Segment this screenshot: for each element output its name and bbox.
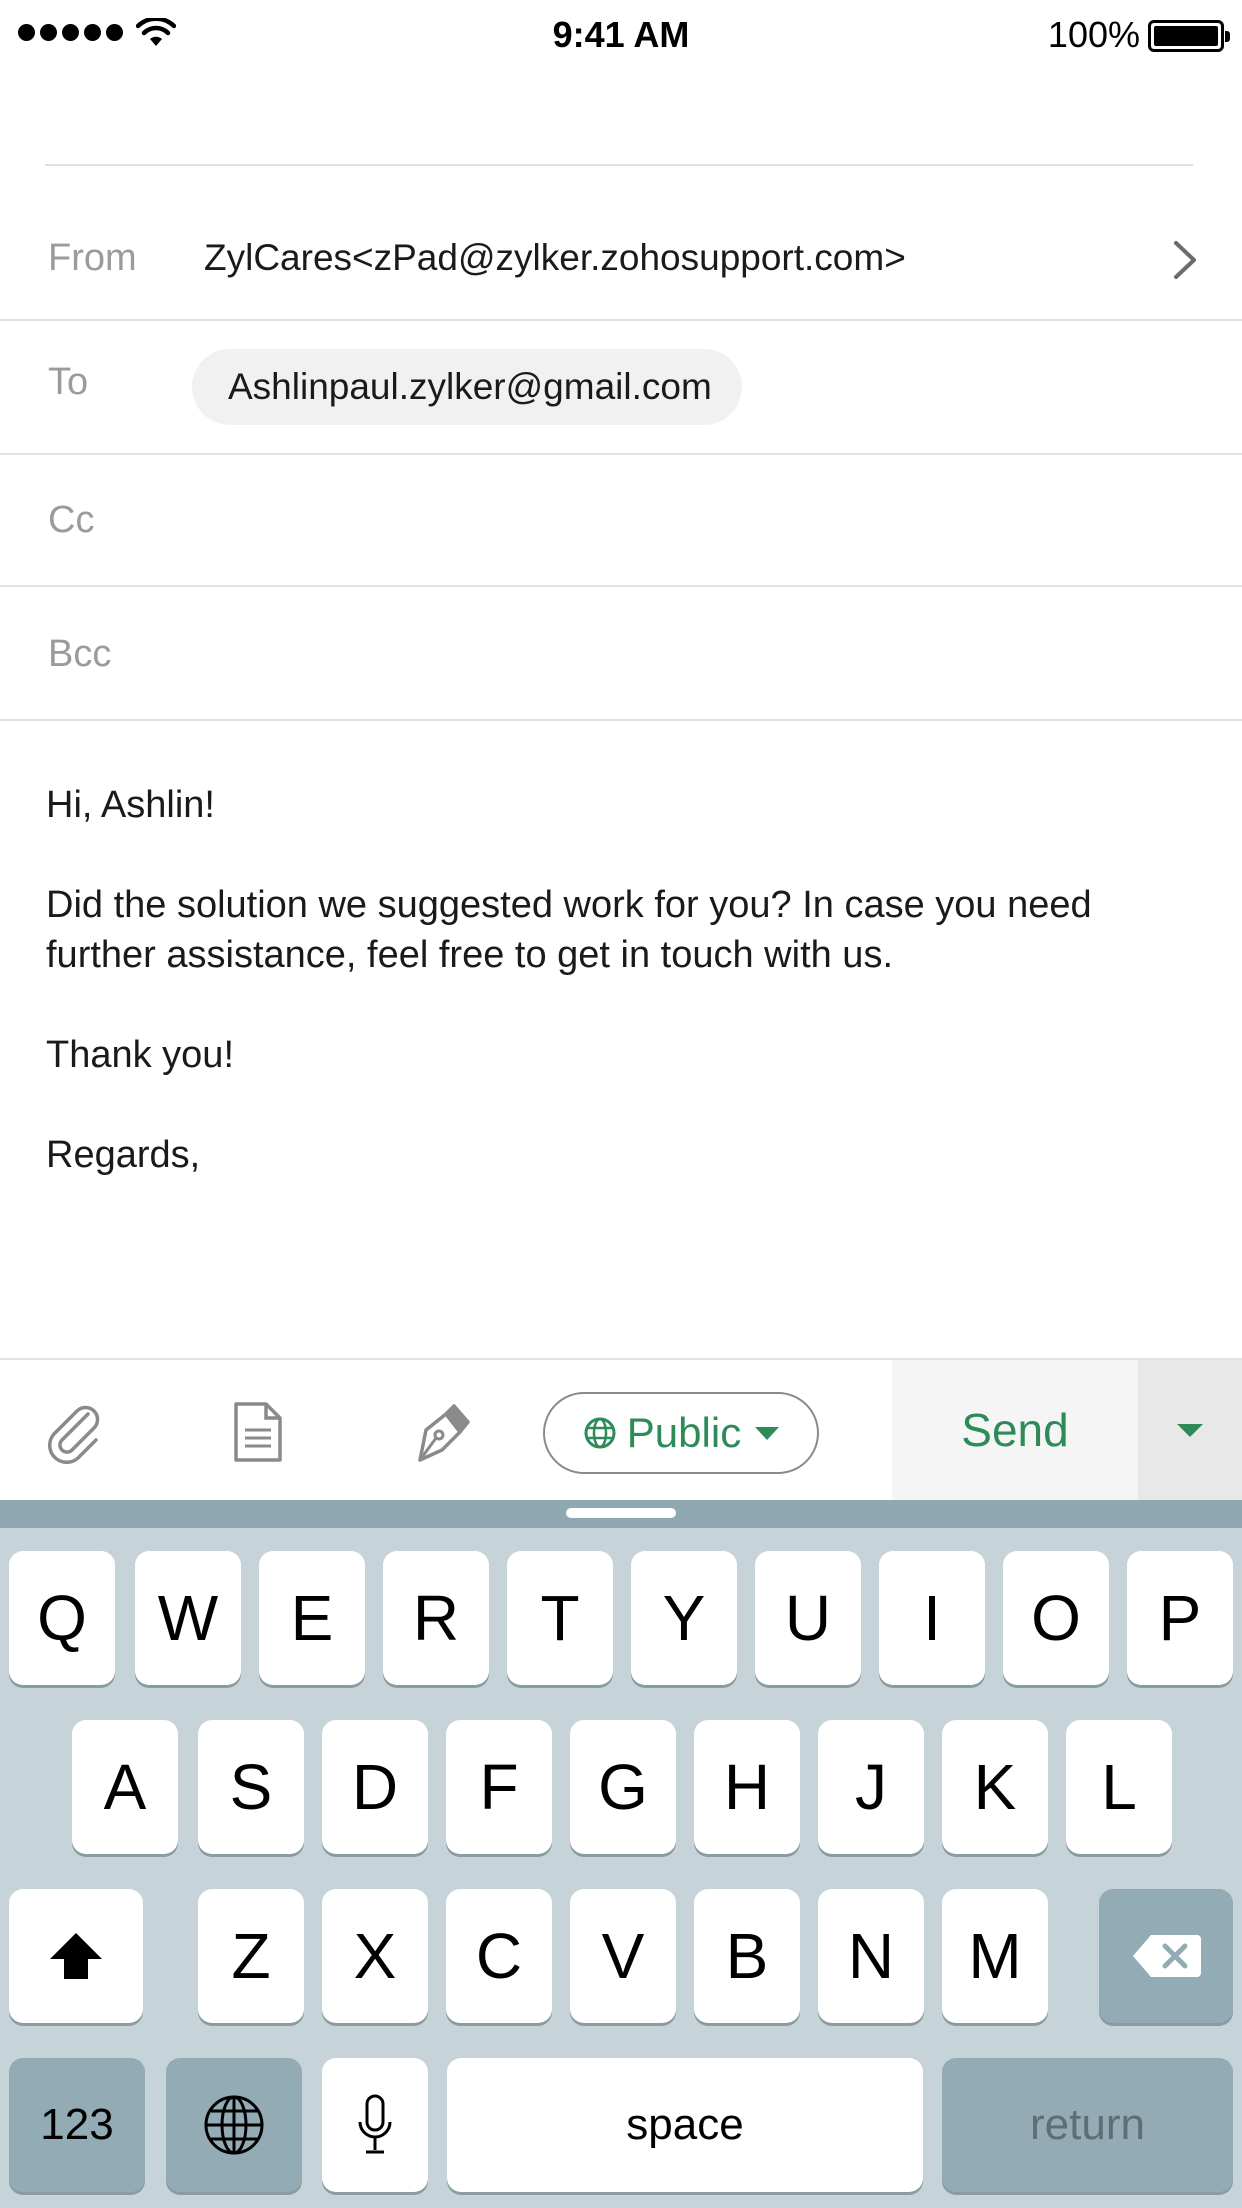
chevron-right-icon[interactable] [1170,239,1200,281]
key-k[interactable]: K [942,1720,1048,1854]
key-j[interactable]: J [818,1720,924,1854]
key-s[interactable]: S [198,1720,304,1854]
send-options-button[interactable] [1138,1360,1242,1500]
globe-key[interactable] [166,2058,302,2192]
key-z[interactable]: Z [198,1889,304,2023]
microphone-icon [358,2094,392,2154]
backspace-icon [1133,1935,1201,1977]
shift-icon [50,1933,102,1979]
compose-toolbar: Public Send [0,1358,1242,1500]
message-body[interactable]: Hi, Ashlin! Did the solution we suggeste… [46,780,1196,1230]
space-key[interactable]: space [447,2058,923,2192]
key-x[interactable]: X [322,1889,428,2023]
key-g[interactable]: G [570,1720,676,1854]
body-greeting: Hi, Ashlin! [46,784,215,826]
key-l[interactable]: L [1066,1720,1172,1854]
from-label: From [48,237,137,279]
delete-key[interactable] [1099,1889,1233,2023]
visibility-label: Public [626,1409,742,1456]
key-w[interactable]: W [135,1551,241,1685]
keyboard: Q W E R T Y U I O P A S D F G H J K L Z … [0,1500,1242,2208]
pen-nib-icon[interactable] [412,1400,472,1464]
shift-key[interactable] [9,1889,143,2023]
body-thanks: Thank you! [46,1034,234,1076]
keyboard-top-bar [0,1500,1242,1528]
battery-percent: 100% [1047,14,1140,55]
from-value: ZylCares<zPad@zylker.zohosupport.com> [204,237,906,278]
status-bar: 9:41 AM 100% [0,0,1242,70]
key-o[interactable]: O [1003,1551,1109,1685]
from-field[interactable]: From ZylCares<zPad@zylker.zohosupport.co… [0,195,1242,321]
battery-icon [1148,20,1230,52]
paperclip-icon[interactable] [44,1400,104,1464]
key-a[interactable]: A [72,1720,178,1854]
send-button[interactable]: Send [892,1360,1138,1500]
recipient-chip[interactable]: Ashlinpaul.zylker@gmail.com [192,349,742,425]
divider [45,164,1193,166]
globe-icon [584,1417,616,1449]
bcc-field[interactable]: Bcc [0,587,1242,721]
key-i[interactable]: I [879,1551,985,1685]
key-y[interactable]: Y [631,1551,737,1685]
globe-icon [204,2095,264,2155]
document-icon[interactable] [228,1400,288,1464]
key-r[interactable]: R [383,1551,489,1685]
key-f[interactable]: F [446,1720,552,1854]
keyboard-handle[interactable] [566,1508,676,1518]
body-paragraph: Did the solution we suggested work for y… [46,884,1092,976]
to-field[interactable]: To Ashlinpaul.zylker@gmail.com [0,321,1242,455]
dictation-key[interactable] [322,2058,428,2192]
cc-field[interactable]: Cc [0,455,1242,587]
key-h[interactable]: H [694,1720,800,1854]
key-q[interactable]: Q [9,1551,115,1685]
caret-down-icon [755,1426,780,1440]
key-p[interactable]: P [1127,1551,1233,1685]
key-d[interactable]: D [322,1720,428,1854]
body-signoff: Regards, [46,1134,201,1176]
return-key[interactable]: return [942,2058,1233,2192]
key-c[interactable]: C [446,1889,552,2023]
key-m[interactable]: M [942,1889,1048,2023]
key-b[interactable]: B [694,1889,800,2023]
to-label: To [48,361,89,403]
key-t[interactable]: T [507,1551,613,1685]
cc-label: Cc [48,499,95,541]
key-v[interactable]: V [570,1889,676,2023]
visibility-dropdown[interactable]: Public [543,1392,819,1474]
key-e[interactable]: E [259,1551,365,1685]
caret-down-icon [1177,1423,1203,1437]
numbers-key[interactable]: 123 [9,2058,145,2192]
key-u[interactable]: U [755,1551,861,1685]
bcc-label: Bcc [48,633,112,675]
key-n[interactable]: N [818,1889,924,2023]
